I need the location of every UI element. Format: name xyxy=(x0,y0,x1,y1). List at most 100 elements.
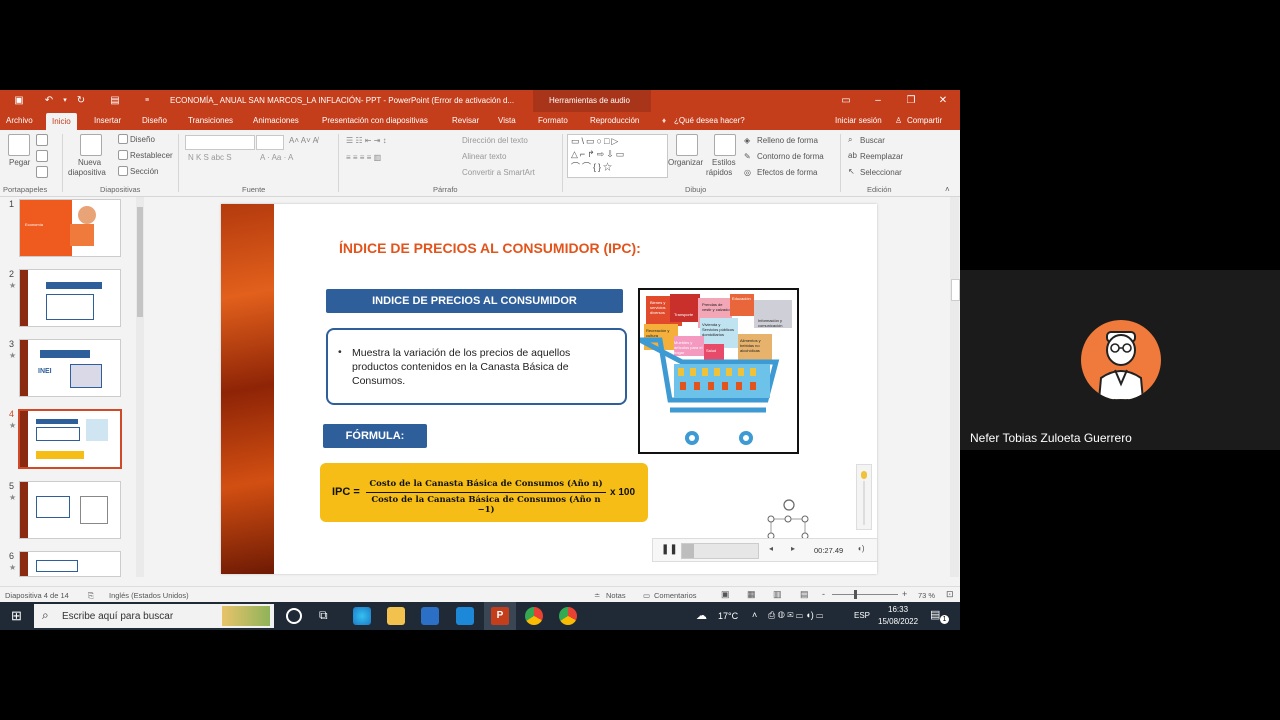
tab-vista[interactable]: Vista xyxy=(498,116,516,125)
chrome-icon[interactable] xyxy=(525,607,543,625)
cut-icon[interactable] xyxy=(36,134,48,146)
collapse-ribbon-icon[interactable]: ˄ xyxy=(945,185,950,194)
slide-scrollbar[interactable] xyxy=(950,197,960,577)
file-explorer-icon[interactable] xyxy=(387,607,405,625)
zoom-out-icon[interactable]: - xyxy=(822,589,825,599)
new-slide-icon[interactable] xyxy=(80,134,102,156)
align-icon[interactable]: ≡ ≡ ≡ ≡ ▥ xyxy=(346,153,381,162)
reading-view-icon[interactable]: ▥ xyxy=(773,589,782,600)
thumbnail-slide-4-selected[interactable] xyxy=(18,409,122,469)
align-text-button[interactable]: Alinear texto xyxy=(462,152,506,161)
reset-button[interactable]: Restablecer xyxy=(130,151,173,160)
taskbar-search[interactable]: ⌕ Escribe aquí para buscar xyxy=(34,604,274,628)
new-slide-label-1[interactable]: Nueva xyxy=(78,158,101,167)
font-family-box[interactable] xyxy=(185,135,255,150)
notifications-icon[interactable]: ▤ xyxy=(930,608,940,621)
thumbnail-slide-5[interactable] xyxy=(19,481,121,539)
tray-chevron-icon[interactable]: ˄ xyxy=(752,610,757,620)
slideshow-icon[interactable]: ▤ xyxy=(800,589,809,600)
restore-icon[interactable]: ❐ xyxy=(903,93,919,109)
ipc-header-box[interactable]: INDICE DE PRECIOS AL CONSUMIDOR xyxy=(326,289,623,313)
volume-icon[interactable]: ◖) xyxy=(857,544,865,553)
windows-start-icon[interactable]: ⊞ xyxy=(11,608,22,624)
text-direction-button[interactable]: Dirección del texto xyxy=(462,136,528,145)
language-indicator[interactable]: Inglés (Estados Unidos) xyxy=(109,591,189,600)
zoom-level[interactable]: 73 % xyxy=(918,591,935,600)
zoom-in-icon[interactable]: + xyxy=(902,589,907,599)
pause-icon[interactable]: ❚❚ xyxy=(661,544,678,555)
thumbnail-scrollbar[interactable] xyxy=(136,197,144,577)
audio-progress-bar[interactable] xyxy=(681,543,759,559)
close-icon[interactable]: ✕ xyxy=(935,93,951,109)
font-color-icon[interactable]: A · Aa · A xyxy=(260,153,293,162)
font-style-buttons[interactable]: N K S abc S xyxy=(188,153,232,162)
quick-styles-label-2[interactable]: rápidos xyxy=(706,168,732,177)
clock-time[interactable]: 16:33 xyxy=(888,605,908,614)
tell-me-box[interactable]: ¿Qué desea hacer? xyxy=(674,116,745,125)
task-view-icon[interactable]: ⧉ xyxy=(319,608,328,623)
weather-icon[interactable]: ☁ xyxy=(696,609,707,622)
powerpoint-taskbar-active[interactable]: P xyxy=(484,602,516,630)
formula-box[interactable]: IPC = Costo de la Canasta Básica de Cons… xyxy=(320,463,648,522)
tab-revisar[interactable]: Revisar xyxy=(452,116,479,125)
shape-fill-button[interactable]: Relleno de forma xyxy=(757,136,818,145)
edge-icon[interactable] xyxy=(353,607,371,625)
tray-icons[interactable]: ⎙ ◍ ✉ ▭ ◖) ▭ xyxy=(768,610,823,621)
layout-button[interactable]: Diseño xyxy=(130,135,155,144)
mail-icon[interactable] xyxy=(456,607,474,625)
undo-icon[interactable]: ↶ xyxy=(42,94,56,108)
tab-insertar[interactable]: Insertar xyxy=(94,116,121,125)
fit-slide-icon[interactable]: ⊡ xyxy=(946,589,954,600)
paste-label[interactable]: Pegar xyxy=(9,158,30,167)
font-size-box[interactable] xyxy=(256,135,284,150)
quick-styles-icon[interactable] xyxy=(714,134,736,156)
shapes-gallery[interactable]: ▭\▭○□▷ △⌐↱⇨⇩▭ ⌒⌒{}☆ xyxy=(567,134,668,178)
notes-button[interactable]: Notas xyxy=(606,591,626,600)
tab-inicio[interactable]: Inicio xyxy=(46,113,77,130)
present-from-start-icon[interactable]: ▤ xyxy=(108,94,122,108)
new-slide-label-2[interactable]: diapositiva xyxy=(68,168,106,177)
copy-icon[interactable] xyxy=(36,150,48,162)
ribbon-display-icon[interactable]: ▭ xyxy=(838,93,854,109)
thumbnail-slide-1[interactable]: Economía xyxy=(19,199,121,257)
clock-date[interactable]: 15/08/2022 xyxy=(878,617,918,626)
audio-volume-track[interactable] xyxy=(856,464,872,530)
bullets-icon[interactable]: ☰ ☷ ⇤ ⇥ ↕ xyxy=(346,136,387,145)
save-icon[interactable]: ▣ xyxy=(12,94,26,108)
customize-toolbar-icon[interactable]: ≡ xyxy=(140,94,154,108)
zoom-slider[interactable] xyxy=(832,590,898,599)
replace-button[interactable]: Reemplazar xyxy=(860,152,903,161)
chrome-icon-2[interactable] xyxy=(559,607,577,625)
temperature[interactable]: 17°C xyxy=(718,611,738,621)
paste-icon[interactable] xyxy=(8,134,30,156)
shape-outline-button[interactable]: Contorno de forma xyxy=(757,152,824,161)
store-icon[interactable] xyxy=(421,607,439,625)
formula-label[interactable]: FÓRMULA: xyxy=(323,424,427,448)
quick-styles-label-1[interactable]: Estilos xyxy=(712,158,736,167)
tab-transiciones[interactable]: Transiciones xyxy=(188,116,233,125)
skip-forward-icon[interactable]: ▸ xyxy=(791,544,795,553)
font-grow-icon[interactable]: A˄ A˅ A̸ xyxy=(289,136,318,145)
tab-presentacion[interactable]: Presentación con diapositivas xyxy=(322,116,428,125)
comments-button[interactable]: Comentarios xyxy=(654,591,697,600)
share-button[interactable]: Compartir xyxy=(907,116,942,125)
spellcheck-icon[interactable]: ⎘ xyxy=(88,591,94,601)
select-button[interactable]: Seleccionar xyxy=(860,168,902,177)
slide-sorter-icon[interactable]: ▦ xyxy=(747,589,756,600)
thumbnail-slide-2[interactable] xyxy=(19,269,121,327)
redo-icon[interactable]: ↻ xyxy=(74,94,88,108)
tab-reproduccion[interactable]: Reproducción xyxy=(590,116,639,125)
tab-formato[interactable]: Formato xyxy=(538,116,568,125)
format-painter-icon[interactable] xyxy=(36,166,48,178)
smartart-button[interactable]: Convertir a SmartArt xyxy=(462,168,535,177)
participant-tile[interactable]: Nefer Tobias Zuloeta Guerrero xyxy=(960,270,1280,450)
slide-title[interactable]: ÍNDICE DE PRECIOS AL CONSUMIDOR (IPC): xyxy=(339,240,641,256)
find-button[interactable]: Buscar xyxy=(860,136,885,145)
input-language[interactable]: ESP xyxy=(854,611,870,620)
tab-archivo[interactable]: Archivo xyxy=(6,116,33,125)
thumbnail-slide-3[interactable]: INEI xyxy=(19,339,121,397)
cortana-icon[interactable] xyxy=(286,608,302,624)
shopping-cart-image[interactable]: Bienes y servicios diversos Transporte P… xyxy=(638,288,799,454)
ipc-description-box[interactable]: • Muestra la variación de los precios de… xyxy=(326,328,627,405)
minimize-icon[interactable]: – xyxy=(870,93,886,109)
